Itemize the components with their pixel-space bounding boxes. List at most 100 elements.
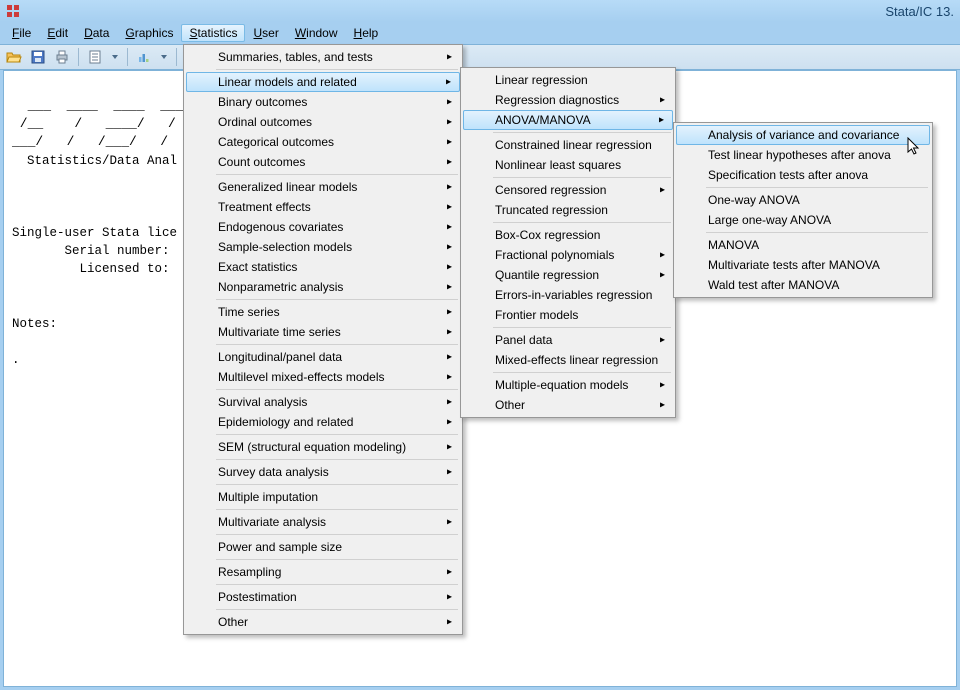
submenu-arrow-icon: ▸ — [447, 307, 452, 318]
submenu-arrow-icon: ▸ — [447, 262, 452, 273]
menuitem-test-linear-hypotheses[interactable]: Test linear hypotheses after anova — [676, 145, 930, 165]
menuitem-ordinal[interactable]: Ordinal outcomes▸ — [186, 112, 460, 132]
menuitem-summaries[interactable]: Summaries, tables, and tests▸ — [186, 47, 460, 67]
log-dropdown-icon[interactable] — [109, 47, 121, 67]
menu-file[interactable]: File — [4, 24, 39, 42]
menuitem-panel-data[interactable]: Panel data▸ — [463, 330, 673, 350]
menuitem-regression-diagnostics[interactable]: Regression diagnostics▸ — [463, 90, 673, 110]
menubar: File Edit Data Graphics Statistics User … — [0, 22, 960, 44]
menuitem-quantile-regression[interactable]: Quantile regression▸ — [463, 265, 673, 285]
submenu-arrow-icon: ▸ — [447, 397, 452, 408]
menuitem-count[interactable]: Count outcomes▸ — [186, 152, 460, 172]
submenu-arrow-icon: ▸ — [660, 185, 665, 196]
notes-label: Notes: — [12, 317, 57, 331]
menuitem-epidemiology[interactable]: Epidemiology and related▸ — [186, 412, 460, 432]
submenu-arrow-icon: ▸ — [447, 202, 452, 213]
linear-models-submenu: Linear regression Regression diagnostics… — [460, 67, 676, 418]
menuitem-treatment[interactable]: Treatment effects▸ — [186, 197, 460, 217]
menuitem-multilevel[interactable]: Multilevel mixed-effects models▸ — [186, 367, 460, 387]
submenu-arrow-icon: ▸ — [447, 157, 452, 168]
menuitem-longitudinal[interactable]: Longitudinal/panel data▸ — [186, 347, 460, 367]
menuitem-multivariate-tests[interactable]: Multivariate tests after MANOVA — [676, 255, 930, 275]
menu-window[interactable]: Window — [287, 24, 346, 42]
menuitem-multivariate[interactable]: Multivariate analysis▸ — [186, 512, 460, 532]
menu-statistics[interactable]: Statistics — [181, 24, 245, 42]
print-icon[interactable] — [52, 47, 72, 67]
menuitem-survey[interactable]: Survey data analysis▸ — [186, 462, 460, 482]
submenu-arrow-icon: ▸ — [660, 400, 665, 411]
menuitem-power[interactable]: Power and sample size — [186, 537, 460, 557]
menuitem-nonparametric[interactable]: Nonparametric analysis▸ — [186, 277, 460, 297]
menuitem-boxcox[interactable]: Box-Cox regression — [463, 225, 673, 245]
menuitem-glm[interactable]: Generalized linear models▸ — [186, 177, 460, 197]
menu-data[interactable]: Data — [76, 24, 117, 42]
menuitem-multivariate-ts[interactable]: Multivariate time series▸ — [186, 322, 460, 342]
save-icon[interactable] — [28, 47, 48, 67]
menuitem-truncated-regression[interactable]: Truncated regression — [463, 200, 673, 220]
menuitem-large-oneway-anova[interactable]: Large one-way ANOVA — [676, 210, 930, 230]
license-line: Serial number: — [12, 244, 170, 258]
title-bar: Stata/IC 13. — [0, 0, 960, 22]
menuitem-linear-models[interactable]: Linear models and related▸ — [186, 72, 460, 92]
menu-edit[interactable]: Edit — [39, 24, 76, 42]
menuitem-analysis-of-variance[interactable]: Analysis of variance and covariance — [676, 125, 930, 145]
anova-submenu: Analysis of variance and covariance Test… — [673, 122, 933, 298]
window-title: Stata/IC 13. — [885, 4, 954, 19]
menuitem-linear-regression[interactable]: Linear regression — [463, 70, 673, 90]
submenu-arrow-icon: ▸ — [447, 327, 452, 338]
toolbar-separator — [127, 48, 128, 66]
menuitem-nonlinear-least-squares[interactable]: Nonlinear least squares — [463, 155, 673, 175]
menuitem-errors-in-variables[interactable]: Errors-in-variables regression — [463, 285, 673, 305]
menuitem-endogenous[interactable]: Endogenous covariates▸ — [186, 217, 460, 237]
ascii-logo-line: ___/ / /___/ / — [12, 134, 176, 149]
submenu-arrow-icon: ▸ — [447, 97, 452, 108]
menuitem-frontier-models[interactable]: Frontier models — [463, 305, 673, 325]
menuitem-multiple-equation[interactable]: Multiple-equation models▸ — [463, 375, 673, 395]
menuitem-specification-tests[interactable]: Specification tests after anova — [676, 165, 930, 185]
submenu-arrow-icon: ▸ — [660, 335, 665, 346]
menuitem-fractional-polynomials[interactable]: Fractional polynomials▸ — [463, 245, 673, 265]
menuitem-multiple-imputation[interactable]: Multiple imputation — [186, 487, 460, 507]
submenu-arrow-icon: ▸ — [660, 250, 665, 261]
graph-icon[interactable] — [134, 47, 154, 67]
menuitem-oneway-anova[interactable]: One-way ANOVA — [676, 190, 930, 210]
submenu-arrow-icon: ▸ — [447, 222, 452, 233]
submenu-arrow-icon: ▸ — [447, 242, 452, 253]
submenu-arrow-icon: ▸ — [447, 617, 452, 628]
menuitem-constrained-regression[interactable]: Constrained linear regression — [463, 135, 673, 155]
menuitem-time-series[interactable]: Time series▸ — [186, 302, 460, 322]
submenu-arrow-icon: ▸ — [447, 442, 452, 453]
ascii-logo-line: ___ ____ ____ ___ — [12, 98, 184, 113]
menuitem-survival[interactable]: Survival analysis▸ — [186, 392, 460, 412]
submenu-arrow-icon: ▸ — [446, 77, 451, 88]
submenu-arrow-icon: ▸ — [447, 137, 452, 148]
submenu-arrow-icon: ▸ — [659, 115, 664, 126]
menu-help[interactable]: Help — [346, 24, 387, 42]
menuitem-linear-other[interactable]: Other▸ — [463, 395, 673, 415]
log-icon[interactable] — [85, 47, 105, 67]
graph-dropdown-icon[interactable] — [158, 47, 170, 67]
license-line: Single-user Stata lice — [12, 226, 177, 240]
menu-user[interactable]: User — [245, 24, 286, 42]
menuitem-categorical[interactable]: Categorical outcomes▸ — [186, 132, 460, 152]
license-line: Licensed to: — [12, 262, 170, 276]
submenu-arrow-icon: ▸ — [447, 567, 452, 578]
menuitem-manova[interactable]: MANOVA — [676, 235, 930, 255]
open-icon[interactable] — [4, 47, 24, 67]
menuitem-sem[interactable]: SEM (structural equation modeling)▸ — [186, 437, 460, 457]
submenu-arrow-icon: ▸ — [447, 352, 452, 363]
menuitem-censored-regression[interactable]: Censored regression▸ — [463, 180, 673, 200]
menu-graphics[interactable]: Graphics — [117, 24, 181, 42]
toolbar-separator — [176, 48, 177, 66]
menuitem-exact[interactable]: Exact statistics▸ — [186, 257, 460, 277]
menuitem-postestimation[interactable]: Postestimation▸ — [186, 587, 460, 607]
menuitem-wald-test[interactable]: Wald test after MANOVA — [676, 275, 930, 295]
menuitem-sample-selection[interactable]: Sample-selection models▸ — [186, 237, 460, 257]
menuitem-other[interactable]: Other▸ — [186, 612, 460, 632]
prompt-dot: . — [12, 353, 20, 367]
menuitem-binary[interactable]: Binary outcomes▸ — [186, 92, 460, 112]
menuitem-mixed-effects[interactable]: Mixed-effects linear regression — [463, 350, 673, 370]
menuitem-anova-manova[interactable]: ANOVA/MANOVA▸ — [463, 110, 673, 130]
menuitem-resampling[interactable]: Resampling▸ — [186, 562, 460, 582]
app-icon — [6, 4, 20, 18]
